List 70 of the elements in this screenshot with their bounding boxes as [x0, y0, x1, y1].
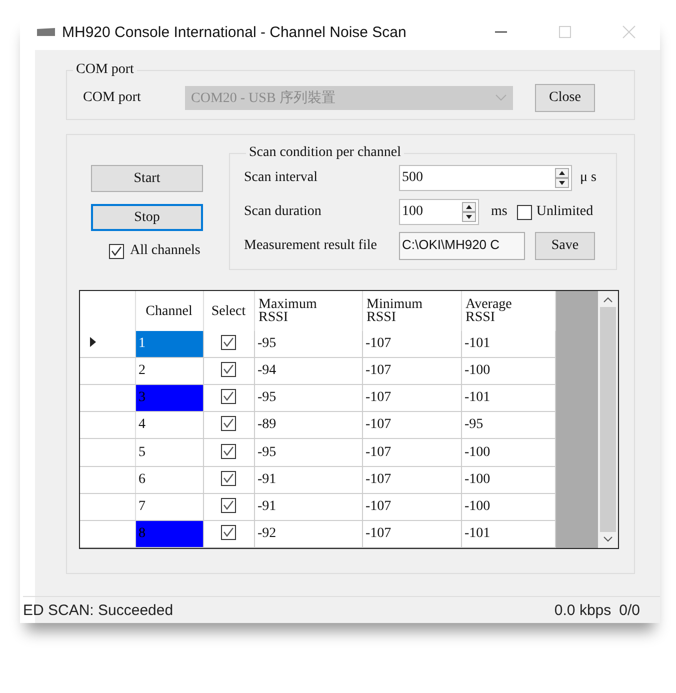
unit-label: ms [491, 204, 508, 220]
vertical-scrollbar[interactable] [598, 291, 618, 548]
table-cell: -92 [254, 520, 362, 548]
column-header[interactable]: Average RSSI [461, 291, 555, 331]
table-cell: -89 [254, 412, 362, 439]
unlimited-label: Unlimited [536, 204, 594, 220]
table-cell: -101 [461, 331, 555, 358]
status-rate: 0.0 kbps [554, 602, 612, 618]
table-cell: -91 [254, 493, 362, 520]
table-cell[interactable]: 7 [135, 493, 203, 520]
current-row-icon [90, 337, 96, 348]
select-checkbox[interactable] [221, 416, 236, 432]
app-icon [36, 27, 56, 37]
all-channels-label: All channels [130, 243, 200, 259]
scroll-down-icon[interactable] [603, 536, 613, 542]
table-cell: -101 [461, 384, 555, 412]
scan-interval-label: Scan interval [244, 170, 318, 186]
table-cell: -95 [254, 384, 362, 412]
table-cell[interactable]: 6 [135, 466, 203, 494]
table-cell: -100 [461, 358, 555, 385]
table-cell: -91 [254, 466, 362, 494]
select-checkbox[interactable] [221, 389, 236, 404]
table-cell[interactable]: 4 [135, 412, 203, 439]
com-port-label: COM port [83, 90, 142, 106]
table-cell: -94 [254, 358, 362, 385]
all-channels-checkbox[interactable] [109, 244, 124, 258]
spinner-icon[interactable] [462, 202, 476, 222]
table-cell: -107 [362, 438, 461, 466]
table-cell: -95 [254, 438, 362, 466]
table-cell: -107 [362, 412, 461, 439]
unlimited-checkbox[interactable] [517, 204, 532, 220]
table-cell[interactable]: 5 [135, 438, 203, 466]
select-checkbox[interactable] [221, 498, 236, 513]
table-cell[interactable]: 1 [135, 331, 203, 358]
table-cell: -100 [461, 466, 555, 494]
table-cell: -100 [461, 493, 555, 520]
table-cell: -107 [362, 520, 461, 548]
start-button[interactable]: Start [91, 165, 203, 192]
table-cell: -107 [362, 466, 461, 494]
result-file-field[interactable]: C:\OKI\MH920 C [399, 232, 525, 260]
unit-label: μ s [580, 170, 596, 186]
table-cell: -95 [254, 331, 362, 358]
stop-button[interactable]: Stop [91, 204, 203, 231]
table-cell: -107 [362, 493, 461, 520]
select-checkbox[interactable] [221, 444, 236, 459]
group-legend: COM port [73, 62, 137, 78]
window-title: MH920 Console International - Channel Noise Scan [62, 24, 406, 40]
status-message: ED SCAN: Succeeded [23, 602, 174, 618]
column-header[interactable]: Maximum RSSI [254, 291, 362, 331]
scan-duration-field[interactable]: 100 [399, 199, 479, 225]
select-checkbox[interactable] [221, 335, 236, 350]
table-cell: -107 [362, 331, 461, 358]
column-header[interactable]: Minimum RSSI [362, 291, 461, 331]
table-cell: -100 [461, 438, 555, 466]
scan-interval-field[interactable]: 500 [399, 165, 572, 191]
table-cell: -101 [461, 520, 555, 548]
scroll-up-icon[interactable] [603, 297, 613, 303]
spinner-icon[interactable] [555, 168, 569, 188]
select-checkbox[interactable] [221, 524, 236, 540]
select-checkbox[interactable] [221, 362, 236, 378]
select-checkbox[interactable] [221, 470, 236, 486]
status-count: 0/0 [619, 602, 640, 618]
scan-duration-label: Scan duration [244, 204, 322, 220]
save-button[interactable]: Save [535, 232, 595, 260]
table-cell: -95 [461, 412, 555, 439]
table-cell: -107 [362, 358, 461, 385]
column-header[interactable]: Select [203, 291, 254, 331]
table-cell: -107 [362, 384, 461, 412]
group-legend: Scan condition per channel [246, 145, 404, 161]
result-file-label: Measurement result file [244, 238, 378, 254]
